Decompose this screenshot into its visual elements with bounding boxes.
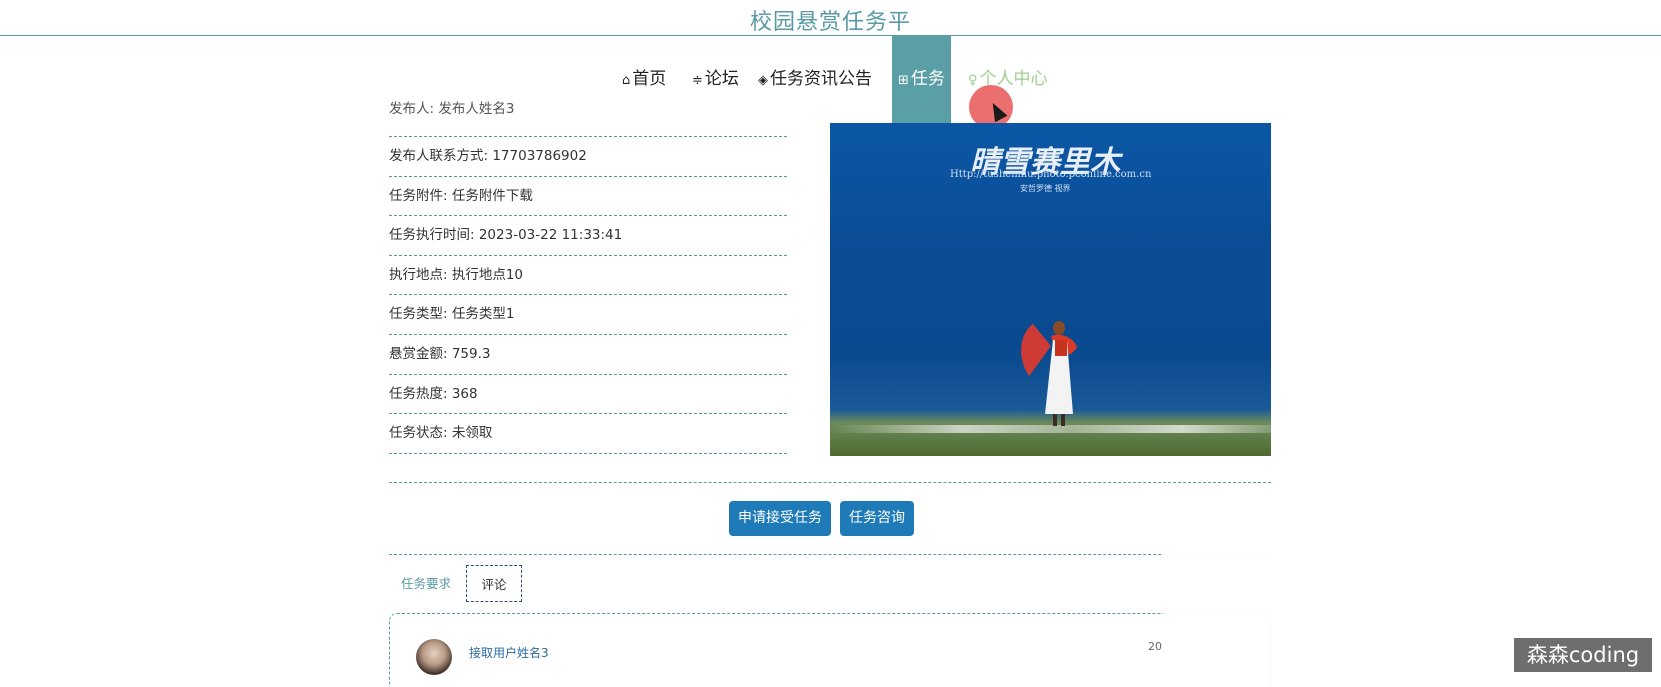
image-watermark-credit: 安哲罗德 视界 xyxy=(1020,184,1071,193)
publisher-row: 发布人: 发布人姓名3 xyxy=(389,100,787,137)
attachment-row[interactable]: 任务附件: 任务附件下载 xyxy=(389,177,787,217)
comment-username[interactable]: 接取用户姓名3 xyxy=(469,644,549,661)
nav-task-label: 任务 xyxy=(910,69,945,89)
heat-row: 任务热度: 368 xyxy=(389,375,787,415)
consult-task-button[interactable]: 任务咨询 xyxy=(840,501,914,536)
nav-news-label: 任务资讯公告 xyxy=(770,69,872,89)
avatar xyxy=(416,639,452,675)
section-divider xyxy=(389,554,1271,555)
dancer-figure xyxy=(1021,321,1077,426)
main-nav: ⌂ 首页 ≑ 论坛 ◈ 任务资讯公告 ⊞ 任务 ♀ 个人中心 xyxy=(0,36,1661,124)
exec-time-row: 任务执行时间: 2023-03-22 11:33:41 xyxy=(389,216,787,256)
sliders-icon: ≑ xyxy=(692,73,703,88)
user-icon: ♀ xyxy=(968,73,978,88)
gift-icon: ⊞ xyxy=(898,73,909,88)
image-watermark-url: Http://tushenmu.photo.pconline.com.cn xyxy=(950,169,1152,180)
nav-task[interactable]: ⊞ 任务 xyxy=(892,36,951,124)
task-image: 晴雪赛里木 Http://tushenmu.photo.pconline.com… xyxy=(830,123,1271,456)
apply-task-button[interactable]: 申请接受任务 xyxy=(729,501,831,536)
top-bar: 校园悬赏任务平 xyxy=(0,0,1661,36)
site-title: 校园悬赏任务平 xyxy=(749,10,911,35)
tab-comments[interactable]: 评论 xyxy=(466,565,522,602)
location-row: 执行地点: 执行地点10 xyxy=(389,256,787,296)
tab-task-requirements[interactable]: 任务要求 xyxy=(393,565,459,602)
nav-forum-label: 论坛 xyxy=(704,69,739,89)
comment-date: 20 xyxy=(1148,640,1162,653)
reward-row: 悬赏金额: 759.3 xyxy=(389,335,787,375)
section-divider xyxy=(389,482,1271,483)
publisher-contact-row: 发布人联系方式: 17703786902 xyxy=(389,137,787,177)
home-icon: ⌂ xyxy=(622,73,631,88)
nav-home-label: 首页 xyxy=(632,69,667,89)
layers-icon: ◈ xyxy=(758,73,768,88)
blurred-overlay xyxy=(1163,553,1271,687)
task-type-row: 任务类型: 任务类型1 xyxy=(389,295,787,335)
task-info-list: 发布人: 发布人姓名3 发布人联系方式: 17703786902 任务附件: 任… xyxy=(389,100,787,454)
status-row: 任务状态: 未领取 xyxy=(389,414,787,454)
video-watermark: 森森coding xyxy=(1514,638,1652,672)
